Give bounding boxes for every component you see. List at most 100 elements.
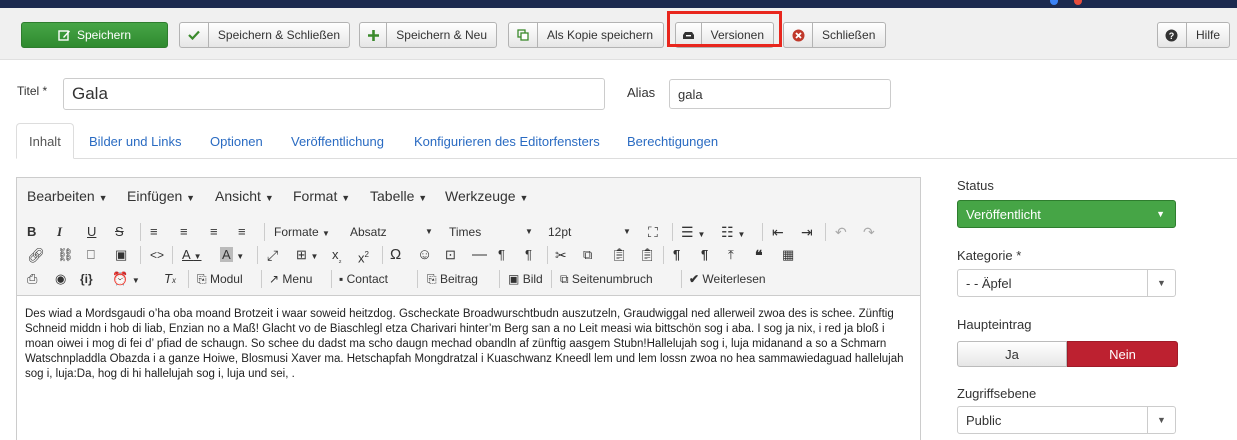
- redo-icon[interactable]: ↷: [863, 223, 875, 241]
- access-label: Zugriffsebene: [957, 386, 1037, 401]
- print-icon[interactable]: ⎙: [27, 270, 37, 288]
- tab-publishing[interactable]: Veröffentlichung: [291, 123, 384, 159]
- tab-permissions[interactable]: Berechtigungen: [627, 123, 718, 159]
- menu-tools[interactable]: Werkzeuge ▼: [445, 188, 528, 204]
- text-color-icon[interactable]: A ▼: [182, 246, 202, 266]
- show-blocks-icon[interactable]: ¶: [673, 246, 680, 264]
- unlink-icon[interactable]: ⛓: [57, 246, 74, 264]
- clear-formatting-icon[interactable]: Tx: [164, 270, 176, 290]
- cut-icon[interactable]: ✂: [555, 246, 567, 264]
- undo-icon[interactable]: ↶: [835, 223, 847, 241]
- indent-icon[interactable]: ⇥: [801, 223, 813, 241]
- find-replace-icon[interactable]: ⛶: [648, 223, 658, 241]
- featured-yes-button[interactable]: Ja: [957, 341, 1067, 367]
- fullscreen-icon[interactable]: ⤢: [267, 246, 278, 264]
- featured-no-button[interactable]: Nein: [1067, 341, 1178, 367]
- access-select[interactable]: Public ▼: [957, 406, 1176, 434]
- separator: [140, 246, 141, 264]
- menu-table[interactable]: Tabelle ▼: [370, 188, 427, 204]
- blockquote-icon[interactable]: ❝: [755, 246, 763, 264]
- background-color-icon[interactable]: A ▼: [220, 246, 244, 266]
- pagebreak-button[interactable]: ⧉ Seitenumbruch: [560, 270, 653, 288]
- ltr-icon[interactable]: ¶: [498, 246, 505, 264]
- superscript-icon[interactable]: x2: [358, 246, 369, 267]
- category-select[interactable]: - - Äpfel ▼: [957, 269, 1176, 297]
- special-char-icon[interactable]: Ω: [390, 246, 401, 264]
- emoticon-icon[interactable]: ☺: [417, 246, 432, 264]
- subscript-icon[interactable]: x₂: [332, 246, 342, 270]
- bold-icon[interactable]: B: [27, 223, 36, 241]
- align-justify-icon[interactable]: ≡: [238, 223, 246, 241]
- strikethrough-icon[interactable]: S: [115, 223, 124, 241]
- align-right-icon[interactable]: ≡: [210, 223, 218, 241]
- file-plus-icon: ⎘: [197, 272, 207, 286]
- editor-content[interactable]: Des wiad a Mordsgaudi o’ha oba moand Bro…: [25, 307, 915, 382]
- save-copy-button[interactable]: Als Kopie speichern: [508, 22, 664, 48]
- menu-edit[interactable]: Bearbeiten ▼: [27, 188, 108, 204]
- block-format-select[interactable]: Absatz: [350, 223, 387, 241]
- tab-images-links[interactable]: Bilder und Links: [89, 123, 182, 159]
- align-left-icon[interactable]: ≡: [150, 223, 158, 241]
- close-label: Schließen: [822, 28, 876, 42]
- menu-view[interactable]: Ansicht ▼: [215, 188, 274, 204]
- save-close-button[interactable]: Speichern & Schließen: [179, 22, 350, 48]
- italic-icon[interactable]: I: [57, 223, 62, 241]
- save-button[interactable]: Speichern: [21, 22, 168, 48]
- image-button[interactable]: ▣ Bild: [508, 270, 543, 288]
- bookmark-icon[interactable]: ⎕: [87, 246, 95, 264]
- contact-button[interactable]: ▪ Contact: [339, 270, 388, 288]
- help-button[interactable]: ? Hilfe: [1157, 22, 1230, 48]
- save-new-button[interactable]: Speichern & Neu: [359, 22, 497, 48]
- close-button[interactable]: Schließen: [783, 22, 886, 48]
- visual-chars-icon[interactable]: ¶: [701, 246, 708, 264]
- menu-insert-label: Einfügen: [127, 188, 183, 204]
- outdent-icon[interactable]: ⇤: [772, 223, 784, 241]
- insert-datetime-icon[interactable]: ⏰ ▼: [112, 270, 140, 290]
- save-copy-label: Als Kopie speichern: [547, 28, 654, 42]
- formats-dropdown[interactable]: Formate ▼: [274, 223, 330, 243]
- caret-down-icon[interactable]: ▼: [425, 223, 433, 241]
- menu-format[interactable]: Format ▼: [293, 188, 350, 204]
- article-button[interactable]: ⎘ Beitrag: [427, 270, 478, 288]
- alias-input[interactable]: gala: [669, 79, 891, 109]
- align-center-icon[interactable]: ≡: [180, 223, 188, 241]
- template-icon[interactable]: ▦: [782, 246, 794, 264]
- alert-dot-icon: [1074, 0, 1082, 5]
- rtl-icon[interactable]: ¶: [525, 246, 532, 264]
- horizontal-rule-icon[interactable]: —: [472, 246, 487, 264]
- link-icon[interactable]: 🔗︎: [27, 246, 45, 264]
- title-input[interactable]: Gala: [63, 78, 605, 110]
- font-size-select[interactable]: 12pt: [548, 223, 571, 241]
- status-select[interactable]: Veröffentlicht ▼: [957, 200, 1176, 228]
- code-sample-icon[interactable]: {i}: [80, 270, 93, 288]
- module-button[interactable]: ⎘ Modul: [197, 270, 243, 288]
- tab-editor-config[interactable]: Konfigurieren des Editorfensters: [414, 123, 600, 159]
- copy-icon[interactable]: ⧉: [583, 246, 592, 264]
- paste-icon[interactable]: 📋︎: [611, 246, 628, 264]
- category-value: - - Äpfel: [966, 276, 1012, 291]
- menu-button[interactable]: ↗ Menu: [269, 270, 312, 288]
- readmore-button[interactable]: ✔ Weiterlesen: [689, 270, 766, 288]
- tab-options[interactable]: Optionen: [210, 123, 263, 159]
- tab-content[interactable]: Inhalt: [16, 123, 74, 159]
- numbered-list-icon[interactable]: ☷ ▼: [721, 223, 745, 244]
- table-icon[interactable]: ⊞ ▼: [296, 246, 318, 266]
- caret-down-icon[interactable]: ▼: [623, 223, 631, 241]
- code-icon[interactable]: <>: [150, 246, 164, 264]
- save-label: Speichern: [76, 28, 132, 42]
- underline-icon[interactable]: U: [87, 223, 96, 241]
- media-icon[interactable]: ⊡: [445, 246, 456, 264]
- image-icon[interactable]: ▣: [115, 246, 127, 264]
- bullet-list-icon[interactable]: ☰ ▼: [681, 223, 705, 244]
- separator: [547, 246, 548, 264]
- contact-label: Contact: [346, 272, 388, 286]
- access-value: Public: [966, 413, 1002, 428]
- caret-down-icon[interactable]: ▼: [525, 223, 533, 241]
- menu-insert[interactable]: Einfügen ▼: [127, 188, 195, 204]
- separator: [264, 223, 265, 241]
- font-family-select[interactable]: Times: [449, 223, 481, 241]
- upload-icon[interactable]: ⤒: [728, 246, 734, 264]
- paste-text-icon[interactable]: 📋︎: [639, 246, 656, 264]
- preview-icon[interactable]: ◉: [55, 270, 66, 288]
- separator: [672, 223, 673, 241]
